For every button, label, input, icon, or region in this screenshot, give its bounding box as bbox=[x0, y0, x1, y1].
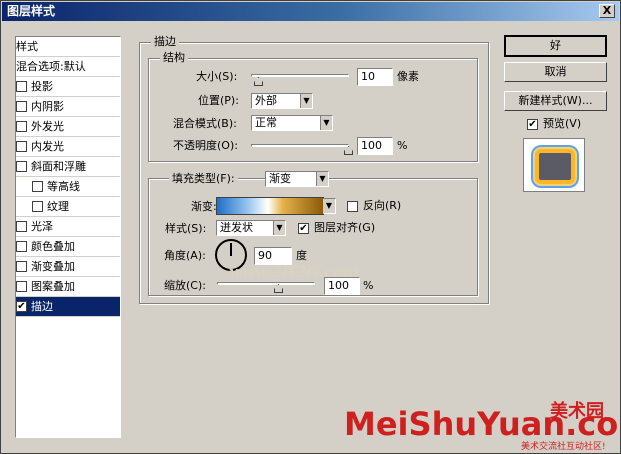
checkbox[interactable] bbox=[16, 260, 27, 272]
style-item-label: 颜色叠加 bbox=[31, 240, 75, 253]
opacity-input[interactable]: 100 bbox=[357, 137, 393, 155]
size-label: 大小(S): bbox=[196, 70, 238, 83]
angle-unit: 度 bbox=[296, 249, 307, 262]
angle-label: 角度(A): bbox=[164, 249, 206, 262]
layer-style-dialog: 图层样式 X 样式 混合选项:默认 投影 内阴影 外发光 内发光 斜面和浮雕 等… bbox=[0, 0, 621, 454]
align-with-layer-label: 图层对齐(G) bbox=[314, 221, 376, 234]
size-input[interactable]: 10 bbox=[357, 68, 393, 86]
style-item-label: 内发光 bbox=[31, 140, 64, 153]
brand-logo-cn: 美术园 bbox=[550, 401, 604, 422]
style-item-label: 纹理 bbox=[47, 200, 69, 213]
gradient-swatch[interactable] bbox=[216, 197, 324, 215]
scale-label: 缩放(C): bbox=[164, 279, 206, 292]
stroke-group-title: 描边 bbox=[151, 35, 179, 48]
style-item-label: 图案叠加 bbox=[31, 280, 75, 293]
style-list-header[interactable]: 样式 bbox=[16, 37, 120, 57]
style-item-drop-shadow[interactable]: 投影 bbox=[16, 77, 120, 97]
cancel-button[interactable]: 取消 bbox=[504, 62, 607, 82]
chevron-down-icon: ▼ bbox=[323, 199, 335, 213]
checkbox[interactable] bbox=[32, 180, 43, 192]
ok-button[interactable]: 好 bbox=[504, 35, 607, 57]
style-item-pattern-overlay[interactable]: 图案叠加 bbox=[16, 277, 120, 297]
scale-unit: % bbox=[363, 279, 374, 292]
chevron-down-icon: ▼ bbox=[320, 116, 332, 130]
title-bar: 图层样式 X bbox=[2, 2, 619, 21]
reverse-label: 反向(R) bbox=[363, 199, 402, 212]
style-item-gradient-overlay[interactable]: 渐变叠加 bbox=[16, 257, 120, 277]
checkbox[interactable] bbox=[16, 80, 27, 92]
size-unit: 像素 bbox=[397, 70, 419, 83]
close-button[interactable]: X bbox=[599, 4, 615, 18]
style-preview-thumbnail bbox=[523, 138, 585, 192]
gradient-style-select[interactable]: 迸发状 ▼ bbox=[216, 220, 286, 236]
size-slider-track[interactable] bbox=[251, 74, 349, 77]
checkbox-checked[interactable]: ✔ bbox=[16, 300, 27, 312]
checkbox[interactable] bbox=[16, 240, 27, 252]
structure-group-title: 结构 bbox=[160, 51, 188, 64]
style-item-texture[interactable]: 纹理 bbox=[16, 197, 120, 217]
new-style-button[interactable]: 新建样式(W)... bbox=[504, 91, 607, 111]
style-item-label: 斜面和浮雕 bbox=[31, 160, 86, 173]
position-value: 外部 bbox=[255, 94, 277, 107]
gradient-label: 渐变: bbox=[191, 200, 217, 213]
blend-mode-select[interactable]: 正常 ▼ bbox=[251, 115, 333, 131]
blending-options-item[interactable]: 混合选项:默认 bbox=[16, 57, 120, 77]
preview-label: 预览(V) bbox=[543, 117, 582, 130]
checkbox[interactable] bbox=[16, 160, 27, 172]
fill-type-select[interactable]: 渐变 ▼ bbox=[265, 171, 329, 187]
style-item-label: 等高线 bbox=[47, 180, 80, 193]
brand-slogan: 美术交流社互动社区! bbox=[521, 442, 606, 452]
style-item-label: 描边 bbox=[31, 300, 53, 313]
style-item-bevel-emboss[interactable]: 斜面和浮雕 bbox=[16, 157, 120, 177]
preview-swatch bbox=[535, 149, 575, 184]
style-item-inner-shadow[interactable]: 内阴影 bbox=[16, 97, 120, 117]
opacity-label: 不透明度(O): bbox=[173, 139, 238, 152]
watermark-text: www.2H2G.com bbox=[229, 263, 360, 281]
blend-mode-label: 混合模式(B): bbox=[173, 117, 237, 130]
style-item-label: 外发光 bbox=[31, 120, 64, 133]
checkbox[interactable] bbox=[16, 140, 27, 152]
style-item-stroke[interactable]: ✔ 描边 bbox=[16, 297, 120, 317]
style-list: 样式 混合选项:默认 投影 内阴影 外发光 内发光 斜面和浮雕 等高线 纹理 光… bbox=[15, 36, 121, 438]
style-item-outer-glow[interactable]: 外发光 bbox=[16, 117, 120, 137]
preview-checkbox[interactable]: ✔ bbox=[527, 119, 538, 130]
fill-type-label: 填充类型(F): bbox=[169, 171, 238, 187]
chevron-down-icon: ▼ bbox=[316, 172, 328, 186]
chevron-down-icon: ▼ bbox=[300, 94, 312, 108]
style-item-label: 渐变叠加 bbox=[31, 260, 75, 273]
position-select[interactable]: 外部 ▼ bbox=[251, 93, 313, 109]
checkbox[interactable] bbox=[32, 200, 43, 212]
align-with-layer-checkbox[interactable]: ✔ bbox=[298, 223, 309, 234]
scale-slider-track[interactable] bbox=[217, 282, 315, 285]
style-item-color-overlay[interactable]: 颜色叠加 bbox=[16, 237, 120, 257]
checkbox[interactable] bbox=[16, 280, 27, 292]
style-item-inner-glow[interactable]: 内发光 bbox=[16, 137, 120, 157]
style-label: 样式(S): bbox=[165, 222, 207, 235]
style-item-label: 内阴影 bbox=[31, 100, 64, 113]
chevron-down-icon: ▼ bbox=[273, 221, 285, 235]
blend-mode-value: 正常 bbox=[255, 116, 277, 129]
gradient-picker-button[interactable]: ▼ bbox=[323, 198, 336, 214]
style-item-contour[interactable]: 等高线 bbox=[16, 177, 120, 197]
style-item-satin[interactable]: 光泽 bbox=[16, 217, 120, 237]
style-item-label: 光泽 bbox=[31, 220, 53, 233]
position-label: 位置(P): bbox=[198, 94, 239, 107]
opacity-slider-track[interactable] bbox=[251, 144, 349, 147]
checkbox[interactable] bbox=[16, 100, 27, 112]
angle-dial-hand bbox=[230, 243, 232, 256]
opacity-unit: % bbox=[397, 139, 408, 152]
fill-type-value: 渐变 bbox=[269, 172, 291, 185]
reverse-checkbox[interactable] bbox=[347, 201, 358, 212]
checkbox[interactable] bbox=[16, 120, 27, 132]
style-item-label: 投影 bbox=[31, 80, 53, 93]
gradient-style-value: 迸发状 bbox=[220, 221, 253, 234]
dialog-title: 图层样式 bbox=[7, 4, 56, 18]
checkbox[interactable] bbox=[16, 220, 27, 232]
